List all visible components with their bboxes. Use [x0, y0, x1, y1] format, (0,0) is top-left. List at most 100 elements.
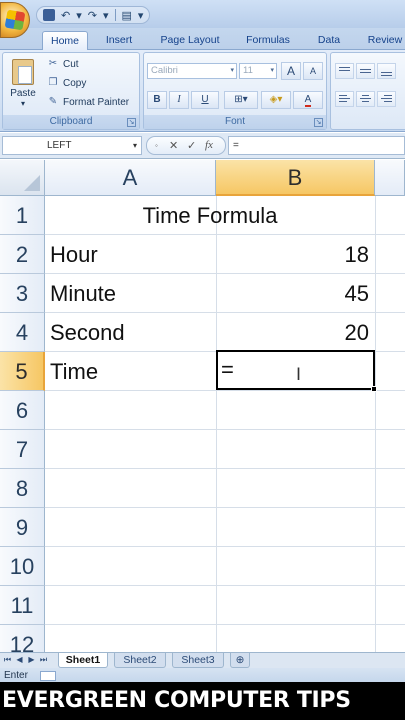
tab-home[interactable]: Home	[42, 31, 88, 50]
tab-page-layout[interactable]: Page Layout	[154, 31, 226, 50]
cell-a3[interactable]: Minute	[45, 274, 216, 313]
clipboard-dialog-launcher-icon[interactable]: ↘	[127, 118, 136, 127]
bold-button[interactable]: B	[147, 91, 167, 109]
undo-icon[interactable]: ↶	[61, 9, 70, 22]
row-header-3[interactable]: 3	[0, 274, 45, 313]
fill-handle[interactable]	[371, 386, 377, 392]
formula-input[interactable]: =	[228, 136, 405, 155]
alignment-group	[330, 52, 405, 130]
office-logo-icon	[4, 9, 26, 31]
font-name-combo[interactable]: Calibri ▾	[147, 63, 237, 79]
cut-label: Cut	[63, 58, 79, 70]
customize-qat-icon[interactable]: ▾	[138, 9, 144, 22]
row-header-9[interactable]: 9	[0, 508, 45, 547]
redo-icon[interactable]: ↷	[88, 9, 97, 22]
font-dialog-launcher-icon[interactable]: ↘	[314, 118, 323, 127]
align-center-icon[interactable]	[356, 91, 375, 107]
cell-a1[interactable]: Time Formula	[45, 196, 375, 235]
prev-sheet-icon[interactable]: ◀	[14, 654, 25, 666]
borders-icon: ⊞▾	[234, 94, 248, 105]
scissors-icon: ✂	[48, 58, 58, 69]
cut-button[interactable]: ✂ Cut	[47, 56, 79, 72]
row-header-1[interactable]: 1	[0, 196, 45, 235]
save-icon[interactable]	[43, 9, 55, 21]
cell-a5[interactable]: Time	[45, 352, 216, 391]
formula-buttons: ◦ ✕ ✓ fx	[146, 136, 226, 155]
sheet-tab-sheet2[interactable]: Sheet2	[114, 653, 166, 668]
watermark-banner: EVERGREEN COMPUTER TIPS	[0, 682, 405, 720]
insert-sheet-icon: ⊕	[235, 654, 245, 666]
font-size-value: 11	[243, 65, 253, 76]
align-left-icon[interactable]	[335, 91, 354, 107]
column-header-b[interactable]: B	[216, 160, 375, 196]
row-header-6[interactable]: 6	[0, 391, 45, 430]
active-cell-value: =	[221, 357, 234, 382]
gridline	[45, 585, 405, 586]
cell-a4[interactable]: Second	[45, 313, 216, 352]
italic-button[interactable]: I	[169, 91, 189, 109]
clipboard-group: Paste ▾ ✂ Cut ❐ Copy ✎ Format Painter Cl…	[2, 52, 140, 130]
grow-font-button[interactable]: A	[281, 62, 301, 80]
copy-button[interactable]: ❐ Copy	[47, 75, 87, 91]
insert-function-icon[interactable]: fx	[205, 139, 213, 151]
align-top-icon[interactable]	[335, 63, 354, 79]
status-mode: Enter	[4, 670, 28, 681]
format-painter-button[interactable]: ✎ Format Painter	[47, 94, 129, 110]
sheet-tab-sheet3[interactable]: Sheet3	[172, 653, 224, 668]
cell-a2[interactable]: Hour	[45, 235, 216, 274]
align-bottom-icon[interactable]	[377, 63, 396, 79]
fill-color-button[interactable]: ◈▾	[261, 91, 291, 109]
font-color-button[interactable]: A	[293, 91, 323, 109]
cell-b2[interactable]: 18	[216, 235, 375, 274]
row-header-7[interactable]: 7	[0, 430, 45, 469]
row-header-4[interactable]: 4	[0, 313, 45, 352]
name-box-dropdown-icon[interactable]: ▾	[133, 137, 137, 154]
align-middle-icon[interactable]	[356, 63, 375, 79]
cell-b3[interactable]: 45	[216, 274, 375, 313]
fill-color-icon: ◈▾	[269, 94, 283, 105]
font-group-label: Font	[144, 115, 326, 129]
copy-label: Copy	[63, 77, 87, 89]
first-sheet-icon[interactable]: ⏮	[2, 654, 13, 666]
gridline	[45, 468, 405, 469]
row-header-8[interactable]: 8	[0, 469, 45, 508]
formula-bar: LEFT ▾ ◦ ✕ ✓ fx =	[0, 133, 405, 159]
macro-record-icon[interactable]	[40, 671, 56, 681]
ribbon-tabs: Home Insert Page Layout Formulas Data Re…	[0, 28, 405, 50]
row-header-12[interactable]: 12	[0, 625, 45, 652]
font-name-dropdown-icon[interactable]: ▾	[230, 64, 234, 78]
next-sheet-icon[interactable]: ▶	[26, 654, 37, 666]
row-header-5[interactable]: 5	[0, 352, 45, 391]
print-preview-icon[interactable]: ▤	[122, 9, 132, 22]
tab-formulas[interactable]: Formulas	[238, 31, 298, 50]
name-box[interactable]: LEFT ▾	[2, 136, 142, 155]
title-bar: ↶ ▾ ↷ ▾ ▤ ▾	[0, 0, 405, 38]
row-header-2[interactable]: 2	[0, 235, 45, 274]
cell-b4[interactable]: 20	[216, 313, 375, 352]
undo-dropdown-icon[interactable]: ▾	[76, 9, 82, 22]
redo-dropdown-icon[interactable]: ▾	[103, 9, 109, 22]
column-header-c[interactable]	[375, 160, 405, 196]
underline-button[interactable]: U	[191, 91, 219, 109]
tab-data[interactable]: Data	[310, 31, 348, 50]
shrink-font-button[interactable]: A	[303, 62, 323, 80]
last-sheet-icon[interactable]: ⏭	[38, 654, 49, 666]
row-header-10[interactable]: 10	[0, 547, 45, 586]
column-header-a[interactable]: A	[45, 160, 216, 196]
borders-button[interactable]: ⊞▾	[224, 91, 258, 109]
paste-dropdown-icon[interactable]: ▾	[7, 99, 39, 108]
paste-button[interactable]: Paste ▾	[7, 59, 39, 113]
font-size-combo[interactable]: 11 ▾	[239, 63, 277, 79]
align-right-icon[interactable]	[377, 91, 396, 107]
tab-insert[interactable]: Insert	[96, 31, 142, 50]
sheet-tab-sheet1[interactable]: Sheet1	[58, 653, 108, 668]
row-header-11[interactable]: 11	[0, 586, 45, 625]
tab-review[interactable]: Review	[362, 31, 405, 50]
select-all-button[interactable]	[0, 160, 45, 196]
text-cursor-icon: I	[296, 365, 302, 385]
enter-icon[interactable]: ✓	[187, 139, 196, 152]
insert-sheet-button[interactable]: ⊕	[230, 653, 250, 668]
cancel-icon[interactable]: ✕	[169, 139, 178, 152]
font-group: Calibri ▾ 11 ▾ A A B I U ⊞▾ ◈▾ A Font ↘	[143, 52, 327, 130]
font-size-dropdown-icon[interactable]: ▾	[270, 64, 274, 78]
